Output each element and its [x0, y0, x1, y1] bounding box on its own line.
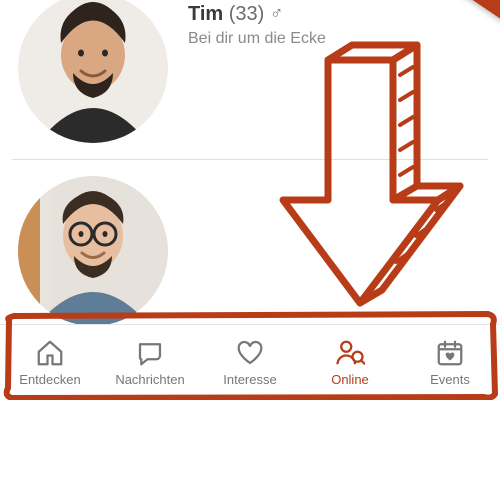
tab-online[interactable]: Online [300, 325, 400, 400]
tab-bar: Entdecken Nachrichten Interesse Online E… [0, 324, 500, 400]
tab-label: Entdecken [19, 372, 80, 387]
calendar-icon [435, 338, 465, 368]
profile-row[interactable] [0, 160, 500, 342]
profile-distance: Bei dir um die Ecke [188, 30, 326, 48]
tab-interesse[interactable]: Interesse [200, 325, 300, 400]
avatar[interactable] [18, 0, 168, 143]
tab-nachrichten[interactable]: Nachrichten [100, 325, 200, 400]
profile-name: Tim [188, 3, 223, 25]
profile-name-line: Tim (33) ♂ [188, 3, 326, 26]
profile-meta: Tim (33) ♂ Bei dir um die Ecke [168, 0, 326, 48]
tab-events[interactable]: Events [400, 325, 500, 400]
online-icon [335, 338, 365, 368]
tab-label: Online [331, 372, 369, 387]
tab-label: Interesse [223, 372, 276, 387]
chat-icon [135, 338, 165, 368]
tab-label: Nachrichten [115, 372, 184, 387]
profile-age: (33) [229, 3, 265, 25]
tab-label: Events [430, 372, 470, 387]
avatar[interactable] [18, 176, 168, 326]
home-icon [35, 338, 65, 368]
profile-row[interactable]: Tim (33) ♂ Bei dir um die Ecke [0, 0, 500, 159]
gender-icon: ♂ [270, 3, 284, 23]
tab-entdecken[interactable]: Entdecken [0, 325, 100, 400]
profile-list: Tim (33) ♂ Bei dir um die Ecke [0, 0, 500, 342]
heart-icon [235, 338, 265, 368]
